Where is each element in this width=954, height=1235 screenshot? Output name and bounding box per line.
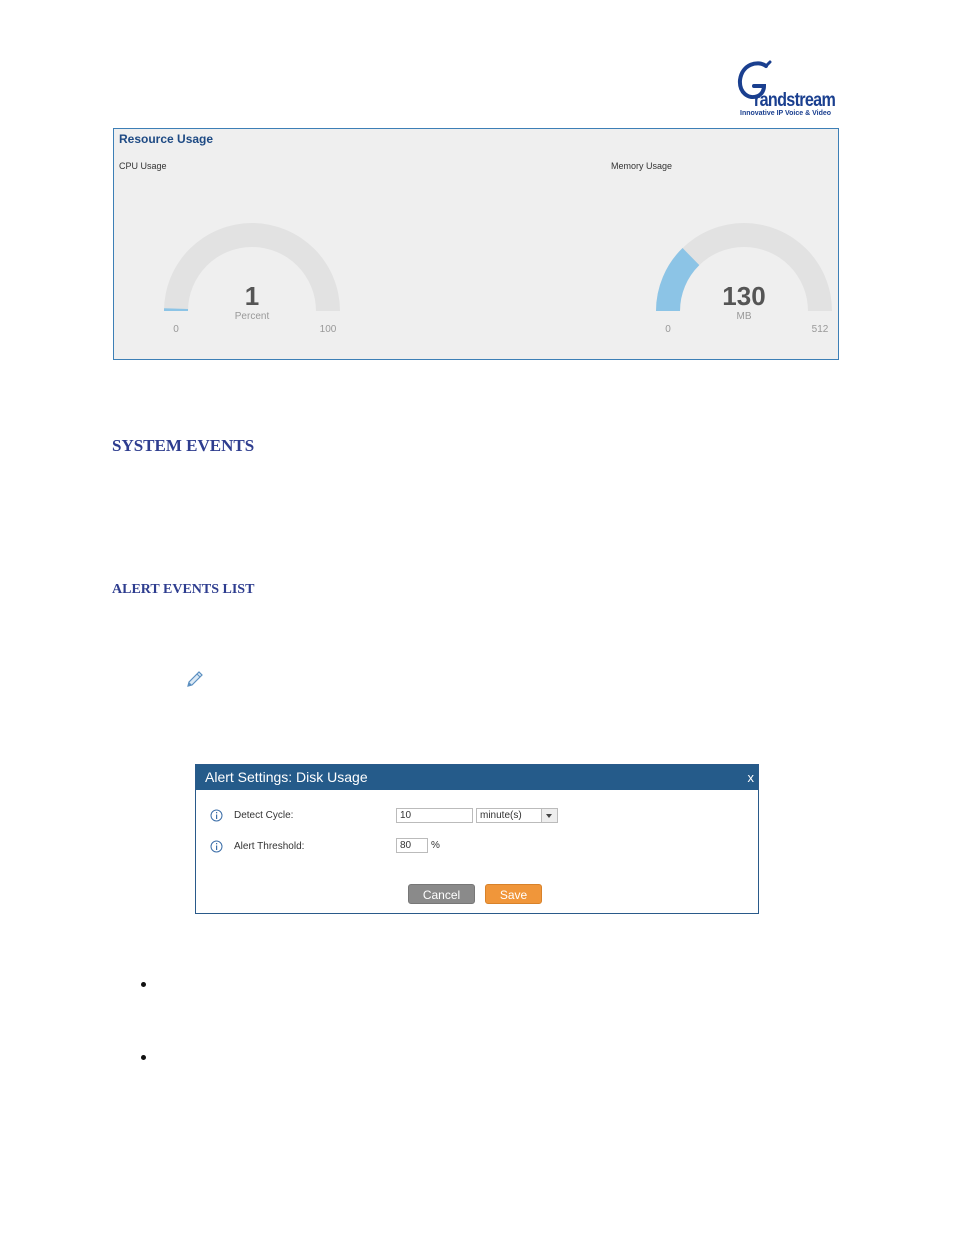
memory-gauge-max: 512 — [812, 324, 829, 335]
cpu-gauge-max: 100 — [320, 324, 337, 335]
pencil-icon[interactable] — [184, 668, 206, 690]
detect-cycle-input[interactable]: 10 — [396, 808, 473, 823]
dialog-header: Alert Settings: Disk Usage x — [196, 765, 758, 790]
memory-gauge: 130 MB 0 512 — [644, 219, 844, 344]
cancel-button[interactable]: Cancel — [408, 884, 475, 904]
alert-events-list-heading: ALERT EVENTS LIST — [112, 582, 255, 597]
bullet-point — [141, 982, 146, 987]
memory-usage-label: Memory Usage — [611, 161, 673, 171]
cpu-gauge: 1 Percent 0 100 — [152, 219, 352, 344]
logo-wordmark: randstream — [754, 90, 836, 111]
detect-cycle-unit-select[interactable]: minute(s) — [476, 808, 558, 823]
close-button[interactable]: x — [748, 765, 755, 790]
info-icon[interactable] — [210, 809, 223, 822]
resource-usage-title: Resource Usage — [119, 132, 214, 146]
detect-cycle-row: Detect Cycle: 10 minute(s) — [210, 807, 570, 825]
detect-cycle-label: Detect Cycle: — [234, 810, 294, 821]
system-events-heading: SYSTEM EVENTS — [112, 436, 255, 455]
cpu-gauge-unit: Percent — [235, 311, 270, 322]
cpu-gauge-min: 0 — [173, 324, 179, 335]
memory-gauge-unit: MB — [737, 311, 752, 322]
grandstream-logo: randstream Innovative IP Voice & Video — [736, 60, 840, 122]
alert-threshold-label: Alert Threshold: — [234, 841, 305, 852]
dialog-title: Alert Settings: Disk Usage — [205, 769, 368, 785]
alert-settings-dialog: Alert Settings: Disk Usage x Detect Cycl… — [195, 764, 759, 914]
alert-threshold-row: Alert Threshold: 80 % — [210, 838, 570, 856]
save-button[interactable]: Save — [485, 884, 542, 904]
memory-gauge-min: 0 — [665, 324, 671, 335]
resource-usage-panel: Resource Usage CPU Usage Memory Usage 1 … — [113, 128, 839, 360]
detect-cycle-unit-value: minute(s) — [480, 810, 522, 821]
cpu-gauge-value: 1 — [245, 281, 259, 311]
bullet-point — [141, 1055, 146, 1060]
cpu-usage-label: CPU Usage — [119, 161, 167, 171]
memory-gauge-value: 130 — [722, 281, 765, 311]
alert-threshold-unit: % — [431, 840, 440, 851]
chevron-down-icon[interactable] — [541, 809, 557, 822]
info-icon[interactable] — [210, 840, 223, 853]
logo-tagline: Innovative IP Voice & Video — [740, 110, 832, 117]
alert-threshold-input[interactable]: 80 — [396, 838, 428, 853]
